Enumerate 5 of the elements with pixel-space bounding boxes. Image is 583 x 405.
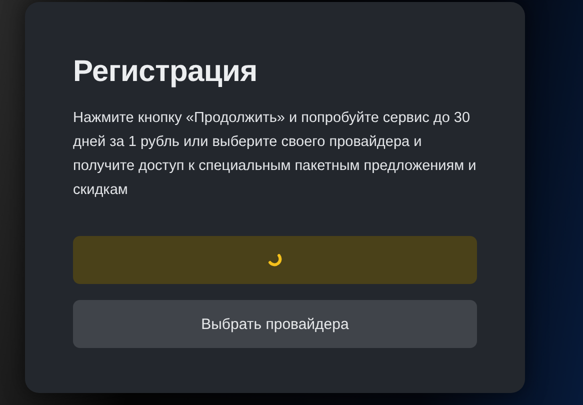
choose-provider-button[interactable]: Выбрать провайдера <box>73 300 477 348</box>
loading-spinner-icon <box>268 254 282 266</box>
continue-button[interactable] <box>73 236 477 284</box>
dialog-description: Нажмите кнопку «Продолжить» и попробуйте сервис до 30 дней за 1 рубль или выберите своего провайдера и получите доступ к специальным пакетным предложениям и скидкам <box>73 109 477 200</box>
dialog-title: Регистрация <box>73 54 258 90</box>
